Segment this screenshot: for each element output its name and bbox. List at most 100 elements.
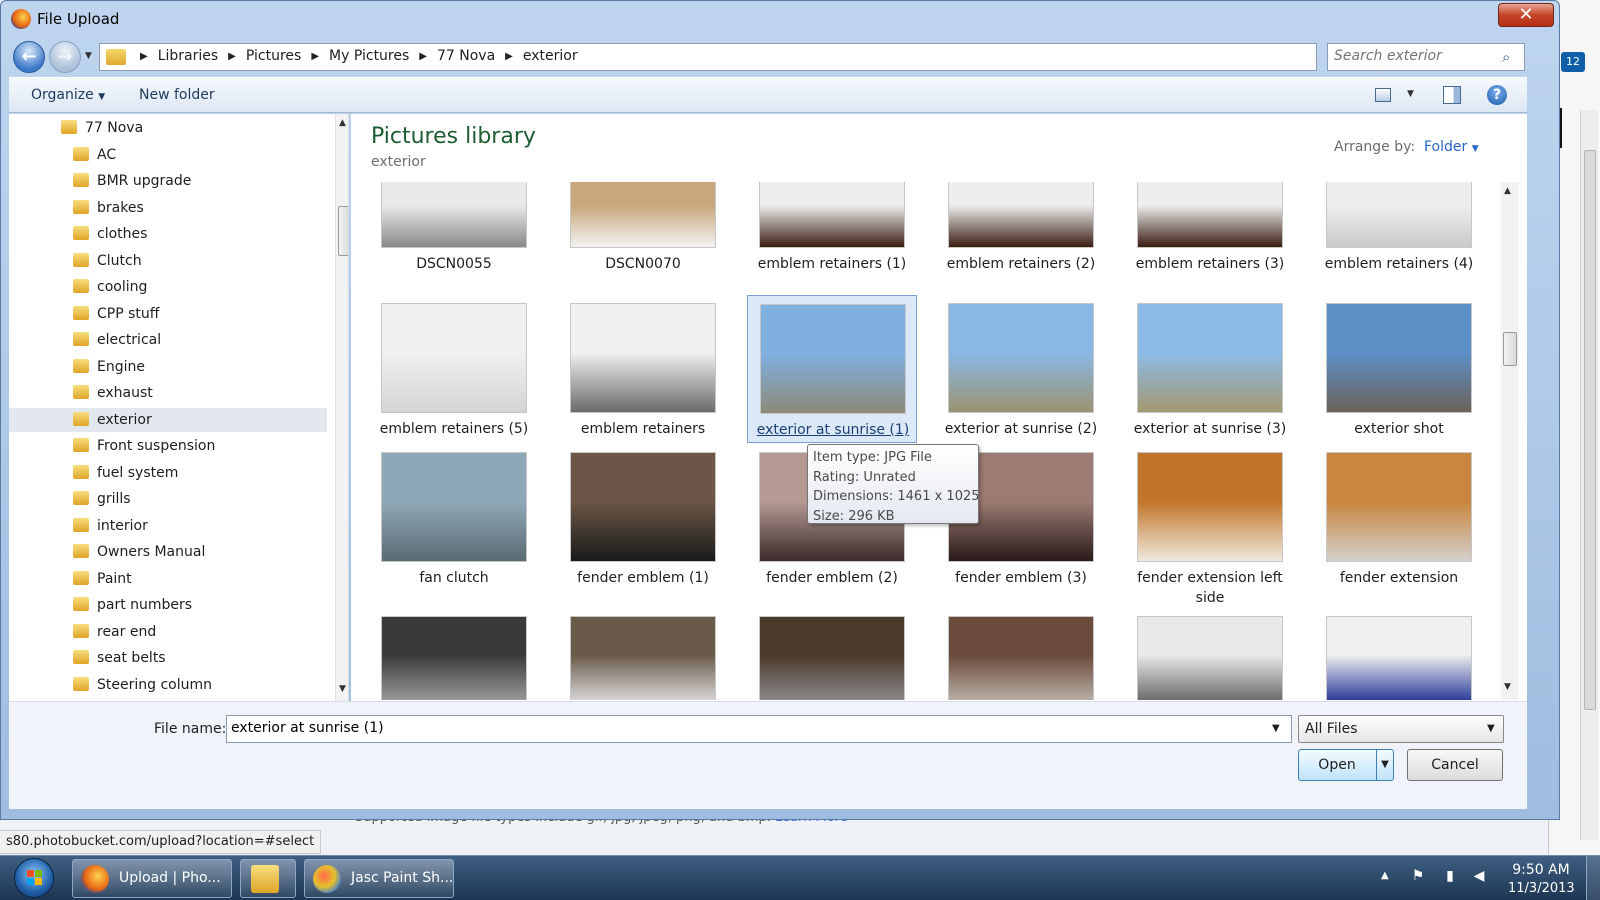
- file-tile[interactable]: fender emblem (1): [558, 444, 728, 592]
- folder-icon: [73, 517, 89, 532]
- search-box[interactable]: ⌕: [1327, 43, 1525, 71]
- breadcrumb-item[interactable]: My Pictures: [329, 48, 409, 66]
- folder-tree-item[interactable]: brakes: [9, 196, 327, 220]
- folder-tree-item[interactable]: seat belts: [9, 646, 327, 670]
- recent-pages-dropdown[interactable]: ▼: [85, 51, 92, 61]
- folder-tree-item[interactable]: Owners Manual: [9, 540, 327, 564]
- show-desktop-button[interactable]: [1586, 856, 1600, 900]
- scroll-up-icon[interactable]: ▲: [339, 118, 346, 128]
- title-bar[interactable]: File Upload ✕: [1, 1, 1559, 37]
- arrange-by-dropdown[interactable]: Folder ▼: [1424, 139, 1479, 155]
- breadcrumb-item[interactable]: exterior: [523, 48, 578, 66]
- folder-tree-item[interactable]: fuel system: [9, 461, 327, 485]
- taskbar-item-paint-shop[interactable]: Jasc Paint Sh...: [304, 859, 454, 898]
- view-options-dropdown[interactable]: ▼: [1407, 89, 1414, 99]
- file-tile[interactable]: emblem retainers (5): [369, 295, 539, 443]
- file-tile[interactable]: emblem retainers (1): [747, 182, 917, 282]
- folder-tree-item[interactable]: rear end: [9, 620, 327, 644]
- folder-tree-item[interactable]: CPP stuff: [9, 302, 327, 326]
- folder-tree-item[interactable]: part numbers: [9, 593, 327, 617]
- breadcrumb-item[interactable]: Pictures: [246, 48, 301, 66]
- file-tile[interactable]: fender extension left side: [1125, 444, 1295, 606]
- file-tile[interactable]: emblem retainers (3): [1125, 182, 1295, 282]
- folder-tree-item[interactable]: exhaust: [9, 381, 327, 405]
- browser-scrollbar[interactable]: [1580, 110, 1598, 840]
- filename-input[interactable]: [231, 720, 1251, 736]
- network-icon[interactable]: ▮: [1442, 868, 1458, 886]
- taskbar-item-explorer[interactable]: [240, 859, 296, 898]
- breadcrumb-separator-icon[interactable]: ▶: [419, 48, 427, 66]
- breadcrumb-item[interactable]: Libraries: [158, 48, 218, 66]
- address-bar[interactable]: ▶ Libraries ▶ Pictures ▶ My Pictures ▶ 77 Nova ▶…: [99, 43, 1401, 74]
- content-scrollbar[interactable]: ▲ ▼: [1501, 182, 1519, 700]
- forward-button[interactable]: →: [49, 41, 81, 73]
- content-scroll-thumb[interactable]: [1503, 332, 1517, 366]
- folder-tree-item[interactable]: cooling: [9, 275, 327, 299]
- folder-tree-item[interactable]: 77 Nova: [9, 116, 327, 140]
- file-tile[interactable]: [369, 612, 539, 700]
- open-button[interactable]: Open ▼: [1298, 749, 1394, 781]
- folder-tree-item[interactable]: interior: [9, 514, 327, 538]
- folder-tree-item[interactable]: Engine: [9, 355, 327, 379]
- file-tile[interactable]: exterior shot: [1314, 295, 1484, 443]
- volume-icon[interactable]: ◀: [1471, 868, 1487, 886]
- breadcrumb-separator-icon[interactable]: ▶: [311, 48, 319, 66]
- breadcrumb-item[interactable]: 77 Nova: [437, 48, 495, 66]
- clock-time[interactable]: 9:50 AM: [1508, 862, 1574, 878]
- scroll-down-icon[interactable]: ▼: [339, 684, 346, 694]
- breadcrumb-separator-icon[interactable]: ▶: [505, 48, 513, 66]
- breadcrumb-separator-icon[interactable]: ▶: [140, 48, 148, 66]
- folder-tree-item[interactable]: electrical: [9, 328, 327, 352]
- chevron-down-icon[interactable]: ▼: [1272, 723, 1280, 734]
- taskbar-item-firefox[interactable]: Upload | Pho...: [72, 859, 232, 898]
- new-folder-button[interactable]: New folder: [139, 87, 215, 103]
- file-tile[interactable]: [558, 612, 728, 700]
- file-tile[interactable]: [1314, 612, 1484, 700]
- folder-tree-item[interactable]: clothes: [9, 222, 327, 246]
- folder-tree-item[interactable]: Paint: [9, 567, 327, 591]
- file-tile[interactable]: exterior at sunrise (1): [747, 295, 917, 443]
- organize-button[interactable]: Organize ▼: [31, 87, 105, 103]
- file-type-select[interactable]: All Files ▼: [1298, 715, 1504, 743]
- browser-scroll-thumb[interactable]: [1584, 150, 1596, 710]
- close-button[interactable]: ✕: [1498, 3, 1554, 27]
- folder-tree-item[interactable]: grills: [9, 487, 327, 511]
- back-button[interactable]: ←: [13, 41, 45, 73]
- file-tile[interactable]: emblem retainers (2): [936, 182, 1106, 282]
- show-hidden-icons[interactable]: ▲: [1381, 870, 1389, 881]
- file-tile[interactable]: [747, 612, 917, 700]
- file-tile[interactable]: exterior at sunrise (3): [1125, 295, 1295, 443]
- start-button[interactable]: [14, 858, 54, 898]
- nav-scrollbar[interactable]: ▲ ▼: [335, 114, 348, 704]
- folder-tree-item[interactable]: AC: [9, 143, 327, 167]
- file-tile[interactable]: [1125, 612, 1295, 700]
- search-input[interactable]: [1334, 48, 1494, 64]
- open-options-dropdown[interactable]: ▼: [1376, 750, 1393, 780]
- file-tile[interactable]: [936, 612, 1106, 700]
- folder-tree-item[interactable]: exterior: [9, 407, 327, 432]
- folder-tree-item[interactable]: Steering column: [9, 673, 327, 697]
- file-tile[interactable]: emblem retainers: [558, 295, 728, 443]
- folder-tree-item[interactable]: Front suspension: [9, 434, 327, 458]
- clock-date[interactable]: 11/3/2013: [1508, 881, 1575, 896]
- filename-combobox[interactable]: ▼: [226, 715, 1292, 743]
- scroll-down-icon[interactable]: ▼: [1504, 682, 1511, 692]
- preview-pane-icon[interactable]: [1443, 86, 1461, 104]
- file-tile[interactable]: DSCN0055: [369, 182, 539, 282]
- scroll-up-icon[interactable]: ▲: [1504, 186, 1511, 196]
- change-view-icon[interactable]: [1375, 88, 1391, 102]
- notification-badge[interactable]: 12: [1561, 52, 1585, 72]
- file-tile[interactable]: DSCN0070: [558, 182, 728, 282]
- file-tile[interactable]: exterior at sunrise (2): [936, 295, 1106, 443]
- cancel-button[interactable]: Cancel: [1407, 749, 1503, 781]
- breadcrumb-separator-icon[interactable]: ▶: [228, 48, 236, 66]
- file-tile[interactable]: emblem retainers (4): [1314, 182, 1484, 282]
- file-tile[interactable]: fan clutch: [369, 444, 539, 592]
- folder-tree-item[interactable]: BMR upgrade: [9, 169, 327, 193]
- folder-tree-item[interactable]: Clutch: [9, 249, 327, 273]
- nav-scroll-thumb[interactable]: [338, 206, 348, 256]
- help-icon[interactable]: ?: [1487, 85, 1507, 105]
- file-tile[interactable]: fender extension: [1314, 444, 1484, 592]
- search-icon[interactable]: ⌕: [1502, 48, 1510, 66]
- action-center-icon[interactable]: ⚑: [1410, 868, 1426, 886]
